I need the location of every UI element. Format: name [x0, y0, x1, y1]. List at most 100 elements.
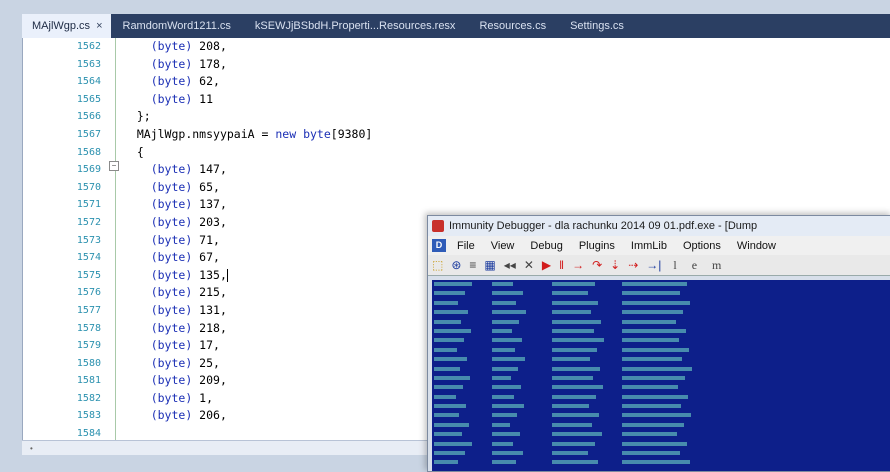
code-line[interactable]: (byte) 147, [123, 161, 883, 179]
code-line[interactable]: (byte) 65, [123, 179, 883, 197]
rewind-icon[interactable]: ⊛ [447, 258, 465, 272]
menu-debug[interactable]: Debug [522, 240, 570, 252]
disassembly-row[interactable] [432, 440, 890, 449]
disassembly-cell [492, 375, 511, 380]
pause-icon[interactable]: ‖ [555, 258, 568, 272]
keyword-token: (byte) [150, 302, 193, 317]
grid-icon[interactable]: ▦ [480, 258, 499, 272]
disassembly-row[interactable] [432, 374, 890, 383]
menu-file[interactable]: File [449, 240, 483, 252]
tab-3[interactable]: Resources.cs [467, 14, 558, 38]
immunity-debugger-window[interactable]: Immunity Debugger - dla rachunku 2014 09… [427, 215, 890, 472]
disassembly-cell [552, 375, 593, 380]
disassembly-cell [434, 451, 465, 456]
debugger-menubar: D File View Debug Plugins ImmLib Options Windo… [428, 236, 890, 255]
disassembly-cell [434, 319, 461, 324]
disassembly-row[interactable] [432, 449, 890, 458]
disassembly-cell [434, 282, 472, 286]
disassembly-row[interactable] [432, 327, 890, 336]
menu-options[interactable]: Options [675, 240, 729, 252]
disassembly-cell [492, 432, 520, 437]
disassembly-cell [434, 300, 458, 305]
disassembly-cell [434, 422, 469, 427]
code-line[interactable]: MAjlWgp.nmsyypaiA = new byte[9380] [123, 126, 883, 144]
disassembly-row[interactable] [432, 346, 890, 355]
dump-window-icon[interactable]: D [432, 239, 446, 252]
disassembly-cell [552, 441, 595, 446]
fold-collapse-icon[interactable]: − [109, 161, 119, 171]
menu-immlib[interactable]: ImmLib [623, 240, 675, 252]
disassembly-row[interactable] [432, 336, 890, 345]
code-line[interactable]: (byte) 62, [123, 73, 883, 91]
disassembly-row[interactable] [432, 383, 890, 392]
line-number: 1563 [76, 58, 101, 70]
disassembly-cell [434, 385, 463, 390]
disassembly-row[interactable] [432, 458, 890, 467]
disassembly-row[interactable] [432, 299, 890, 308]
step-into-icon[interactable]: → [568, 258, 588, 272]
debugger-title: Immunity Debugger - dla rachunku 2014 09… [449, 220, 758, 232]
toolbar-trailing-letters[interactable]: l e m [665, 258, 731, 273]
keyword-token: (byte) [150, 39, 193, 53]
menu-window[interactable]: Window [729, 240, 784, 252]
disassembly-row[interactable] [432, 289, 890, 298]
disassembly-row[interactable] [432, 393, 890, 402]
line-number: 1582 [76, 392, 101, 404]
disassembly-row[interactable] [432, 308, 890, 317]
disassembly-row[interactable] [432, 365, 890, 374]
code-line[interactable]: (byte) 208, [123, 38, 883, 56]
line-number: 1564 [76, 76, 101, 88]
disassembly-row[interactable] [432, 355, 890, 364]
tab-0[interactable]: MAjlWgp.cs × [22, 14, 111, 38]
disassembly-row[interactable] [432, 430, 890, 439]
code-line[interactable]: (byte) 137, [123, 196, 883, 214]
disassembly-cell [492, 310, 526, 315]
execute-till-return-icon[interactable]: →| [642, 258, 665, 272]
disassembly-row[interactable] [432, 411, 890, 420]
debugger-toolbar: ⬚ ⊛ ≡ ▦ ◂◂ ✕ ▶ ‖ → ↷ ⇣ ⇢ →| l e m [428, 255, 890, 276]
keyword-token: (byte) [150, 338, 193, 353]
ide-window: MAjlWgp.cs × RamdomWord1211.cs kSEWJjBSbdH.… [0, 0, 890, 472]
trace-over-icon[interactable]: ⇢ [624, 258, 642, 272]
disassembly-cell [552, 385, 603, 390]
tab-2[interactable]: kSEWJjBSbdH.Properti...Resources.resx [243, 14, 468, 38]
trace-into-icon[interactable]: ⇣ [606, 258, 624, 272]
disassembly-row[interactable] [432, 402, 890, 411]
disassembly-row[interactable] [432, 280, 890, 289]
line-number: 1580 [76, 357, 101, 369]
disassembly-cell [552, 291, 588, 296]
code-line[interactable]: (byte) 11 [123, 91, 883, 109]
line-number: 1578 [76, 322, 101, 334]
menu-plugins[interactable]: Plugins [571, 240, 623, 252]
code-line[interactable]: }; [123, 108, 883, 126]
disassembly-cell [552, 310, 591, 315]
disassembly-pane[interactable] [432, 280, 890, 471]
code-line[interactable]: { [123, 144, 883, 162]
tab-1[interactable]: RamdomWord1211.cs [111, 14, 243, 38]
disassembly-cell [492, 291, 523, 296]
disassembly-cell [622, 282, 687, 286]
disassembly-cell [622, 375, 685, 380]
line-number: 1579 [76, 340, 101, 352]
disassembly-cell [492, 451, 523, 456]
list-icon[interactable]: ≡ [465, 258, 480, 272]
disassembly-cell [434, 310, 468, 315]
line-number-gutter: 1562 1563 1564 1565 1566 1567 1568 1569 1570 1571… [23, 38, 111, 440]
menu-view[interactable]: View [483, 240, 523, 252]
play-icon[interactable]: ▶ [538, 258, 555, 272]
close-x-icon[interactable]: ✕ [520, 258, 538, 272]
step-over-icon[interactable]: ↷ [588, 258, 606, 272]
disassembly-row[interactable] [432, 318, 890, 327]
keyword-token: (byte) [150, 162, 193, 177]
line-number: 1583 [76, 410, 101, 422]
debugger-titlebar[interactable]: Immunity Debugger - dla rachunku 2014 09… [428, 216, 890, 236]
open-icon[interactable]: ⬚ [428, 258, 447, 272]
close-tab-icon[interactable]: × [96, 20, 102, 32]
step-back-icon[interactable]: ◂◂ [500, 258, 520, 272]
tab-4[interactable]: Settings.cs [558, 14, 636, 38]
disassembly-cell [492, 319, 519, 324]
code-line[interactable]: (byte) 178, [123, 56, 883, 74]
disassembly-cell [622, 460, 690, 465]
disassembly-row[interactable] [432, 421, 890, 430]
disassembly-cell [552, 451, 588, 456]
